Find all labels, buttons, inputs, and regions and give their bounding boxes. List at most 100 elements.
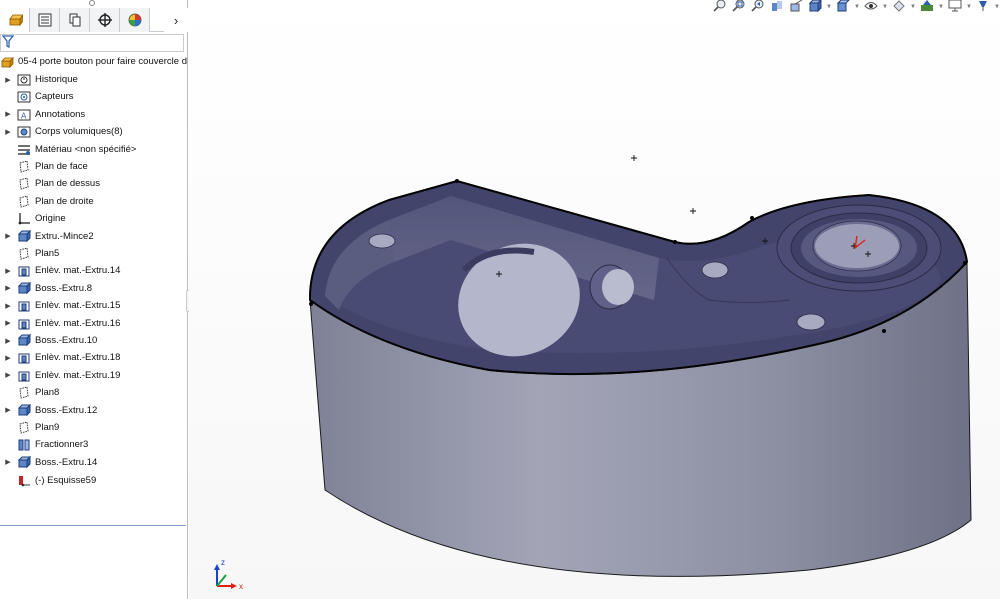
small-hole-center[interactable] xyxy=(701,261,729,279)
expand-arrow-icon[interactable]: ▶ xyxy=(3,76,13,84)
tree-item-17[interactable]: ▶ Enlèv. mat.-Extru.19 xyxy=(0,367,188,384)
tree-filter-row xyxy=(0,33,184,53)
rollback-bar[interactable] xyxy=(0,525,186,526)
filter-funnel-icon[interactable] xyxy=(2,35,14,48)
tree-item-9[interactable]: ▶ Extru.-Mince2 xyxy=(0,228,188,245)
small-hole-left[interactable] xyxy=(368,233,396,249)
tree-item-label: Enlèv. mat.-Extru.14 xyxy=(35,265,121,277)
tree-item-label: Enlèv. mat.-Extru.15 xyxy=(35,300,121,312)
tree-item-18[interactable]: Plan8 xyxy=(0,384,188,401)
tree-item-11[interactable]: ▶ Enlèv. mat.-Extru.14 xyxy=(0,262,188,279)
vertex-point[interactable] xyxy=(882,329,886,333)
expand-arrow-icon[interactable]: ▶ xyxy=(3,302,13,310)
plane-icon xyxy=(16,247,32,261)
tree-item-20[interactable]: Plan9 xyxy=(0,419,188,436)
plane-icon xyxy=(16,160,32,174)
expand-arrow-icon[interactable]: ▶ xyxy=(3,128,13,136)
boss-extrude-icon xyxy=(16,334,32,348)
tree-item-15[interactable]: ▶ Boss.-Extru.10 xyxy=(0,332,188,349)
tree-filter-input[interactable] xyxy=(0,34,184,52)
tree-item-13[interactable]: ▶ Enlèv. mat.-Extru.15 xyxy=(0,297,188,314)
material-icon xyxy=(16,142,32,156)
tree-item-2[interactable]: ▶ A Annotations xyxy=(0,106,188,123)
plane-icon xyxy=(16,421,32,435)
boss-extrude-icon xyxy=(16,281,32,295)
tree-item-label: Enlèv. mat.-Extru.19 xyxy=(35,369,121,381)
dimxpertmanager-tab[interactable] xyxy=(90,8,120,32)
tree-item-16[interactable]: ▶ Enlèv. mat.-Extru.18 xyxy=(0,349,188,366)
cut-extrude-icon xyxy=(16,368,32,382)
small-hole-right[interactable] xyxy=(796,313,826,331)
tree-item-4[interactable]: Matériau <non spécifié> xyxy=(0,141,188,158)
history-folder-icon xyxy=(16,73,32,87)
displaymanager-palette-icon xyxy=(128,13,141,27)
solid-bodies-folder-icon xyxy=(16,125,32,139)
more-tabs-button[interactable]: › xyxy=(164,8,188,32)
tree-item-8[interactable]: Origine xyxy=(0,210,188,227)
tree-item-label: Boss.-Extru.12 xyxy=(35,404,98,416)
vertex-point[interactable] xyxy=(673,240,677,244)
rolled-back-item-0[interactable]: (-) Esquisse59 xyxy=(0,472,188,489)
expand-arrow-icon[interactable]: ▶ xyxy=(3,458,13,466)
configurationmanager-tab[interactable] xyxy=(60,8,90,32)
tree-item-7[interactable]: Plan de droite xyxy=(0,193,188,210)
boss-extrude-icon xyxy=(16,403,32,417)
cut-extrude-icon xyxy=(16,299,32,313)
expand-arrow-icon[interactable]: ▶ xyxy=(3,319,13,327)
propertymanager-icon xyxy=(38,13,51,27)
vertex-point[interactable] xyxy=(309,302,313,306)
feature-manager-panel: › 05-4 porte bouton pour faire couvercle… xyxy=(0,0,194,599)
svg-text:A: A xyxy=(21,111,27,120)
origin-icon xyxy=(16,212,32,226)
tree-item-12[interactable]: ▶ Boss.-Extru.8 xyxy=(0,280,188,297)
vertex-point[interactable] xyxy=(455,179,459,183)
triad-x-label: x xyxy=(239,582,243,591)
plane-icon xyxy=(16,177,32,191)
expand-arrow-icon[interactable]: ▶ xyxy=(3,267,13,275)
rollback-sketch-icon xyxy=(16,474,32,488)
feature-manager-tabs: › xyxy=(0,8,188,32)
expand-arrow-icon[interactable]: ▶ xyxy=(3,354,13,362)
tree-item-label: Boss.-Extru.10 xyxy=(35,335,98,346)
featuremanager-tab[interactable] xyxy=(0,8,30,32)
expand-arrow-icon[interactable]: ▶ xyxy=(3,371,13,379)
tree-item-label: Matériau <non spécifié> xyxy=(35,143,137,155)
expand-arrow-icon[interactable]: ▶ xyxy=(3,337,13,345)
vertex-point[interactable] xyxy=(963,261,967,265)
tree-item-0[interactable]: ▶ Historique xyxy=(0,71,188,88)
tree-item-label: Enlèv. mat.-Extru.16 xyxy=(35,317,121,329)
expand-arrow-icon[interactable]: ▶ xyxy=(3,284,13,292)
tree-part-root[interactable]: 05-4 porte bouton pour faire couvercle d xyxy=(0,53,188,70)
graphics-area[interactable]: ▼ ▼ ▼ ▼ ▼ ▼ ▼ x z xyxy=(189,0,1000,599)
tree-item-19[interactable]: ▶ Boss.-Extru.12 xyxy=(0,402,188,419)
sensors-folder-icon xyxy=(16,90,32,104)
tree-item-label: Extru.-Mince2 xyxy=(35,230,94,242)
triad-z-label: z xyxy=(221,558,225,567)
tree-item-22[interactable]: ▶ Boss.-Extru.14 xyxy=(0,454,188,471)
vertex-point[interactable] xyxy=(750,216,754,220)
tree-item-label: Fractionner3 xyxy=(35,439,89,451)
boss-extrude-icon xyxy=(16,229,32,243)
part-3d-model[interactable] xyxy=(189,0,1000,599)
propertymanager-tab[interactable] xyxy=(30,8,60,32)
featuremanager-tree-icon xyxy=(8,14,23,27)
reference-triad[interactable]: x z xyxy=(209,556,259,596)
tree-item-label: Annotations xyxy=(35,108,86,120)
panel-grip-handle[interactable] xyxy=(86,0,96,6)
tree-item-1[interactable]: Capteurs xyxy=(0,88,188,105)
expand-arrow-icon[interactable]: ▶ xyxy=(3,406,13,414)
tree-item-14[interactable]: ▶ Enlèv. mat.-Extru.16 xyxy=(0,315,188,332)
tree-item-21[interactable]: Fractionner3 xyxy=(0,436,188,453)
tree-item-label: Enlèv. mat.-Extru.18 xyxy=(35,352,121,364)
cut-extrude-icon xyxy=(16,264,32,278)
boss-extrude-icon xyxy=(16,455,32,469)
tree-item-6[interactable]: Plan de dessus xyxy=(0,175,188,192)
tree-item-3[interactable]: ▶ Corps volumiques(8) xyxy=(0,123,188,140)
expand-arrow-icon[interactable]: ▶ xyxy=(3,110,13,118)
tree-item-5[interactable]: Plan de face xyxy=(0,158,188,175)
tree-item-label: Plan8 xyxy=(35,387,60,399)
tree-item-10[interactable]: Plan5 xyxy=(0,245,188,262)
displaymanager-tab[interactable] xyxy=(120,8,150,32)
plane-icon xyxy=(16,386,32,400)
expand-arrow-icon[interactable]: ▶ xyxy=(3,232,13,240)
